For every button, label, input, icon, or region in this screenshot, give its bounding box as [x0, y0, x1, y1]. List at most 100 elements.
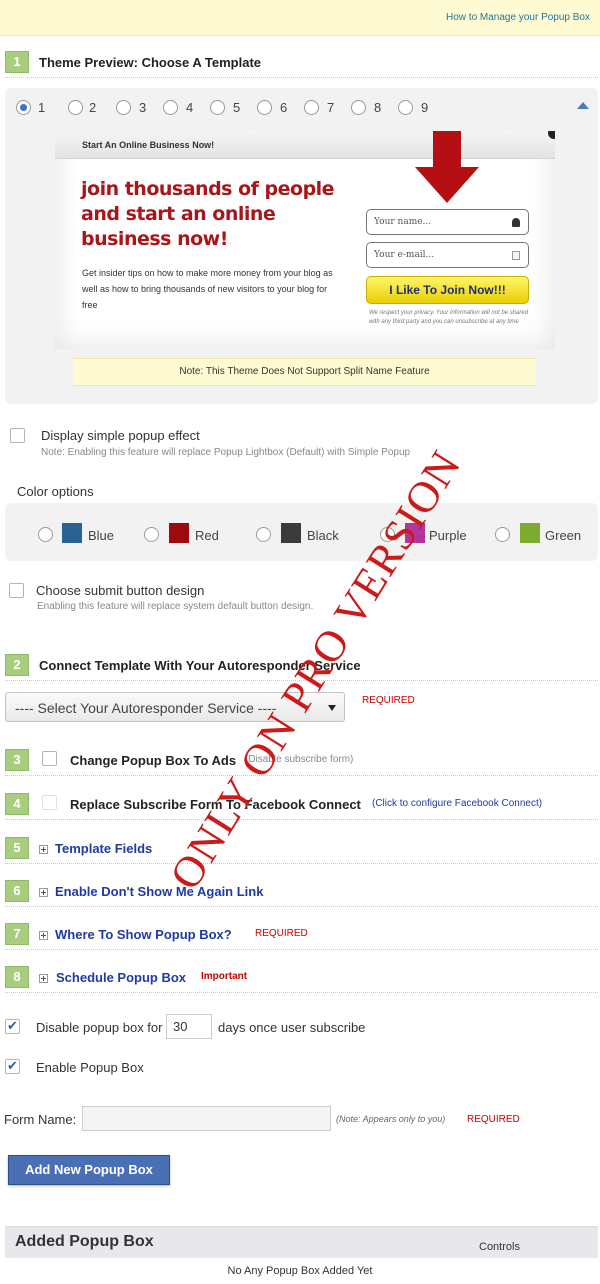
color-radio-purple[interactable]	[380, 527, 395, 542]
schedule-link[interactable]: Schedule Popup Box	[56, 970, 186, 985]
collapse-up-icon[interactable]	[577, 102, 589, 109]
color-swatch-black	[281, 523, 301, 543]
template-label: 8	[374, 100, 382, 115]
preview-body: Get insider tips on how to make more mon…	[82, 268, 333, 310]
disable-days-input[interactable]: 30	[166, 1014, 212, 1039]
template-radio-4[interactable]	[163, 100, 178, 115]
color-options-panel: Blue Red Black Purple Green	[5, 503, 598, 561]
preview-join-button: I Like To Join Now!!!	[366, 276, 529, 304]
step-number: 1	[5, 51, 29, 73]
step-6-header[interactable]: 6 Enable Don't Show Me Again Link	[5, 877, 598, 907]
theme-note: Note: This Theme Does Not Support Split …	[73, 358, 536, 386]
form-name-label: Form Name:	[4, 1112, 77, 1127]
added-popup-table-header: Added Popup Box Controls	[5, 1226, 598, 1258]
template-radio-7[interactable]	[304, 100, 319, 115]
step-title: Connect Template With Your Autoresponder…	[39, 658, 361, 673]
form-name-input[interactable]	[82, 1106, 331, 1131]
simple-popup-note: Note: Enabling this feature will replace…	[41, 447, 411, 458]
step-title: Replace Subscribe Form To Facebook Conne…	[70, 797, 361, 812]
color-radio-red[interactable]	[144, 527, 159, 542]
autoresponder-select-value: ---- Select Your Autoresponder Service -…	[15, 700, 277, 716]
preview-topbar-text: Start An Online Business Now!	[82, 140, 215, 150]
facebook-config-link[interactable]: (Click to configure Facebook Connect)	[372, 798, 542, 809]
submit-design-checkbox[interactable]	[9, 583, 24, 598]
color-swatch-green	[520, 523, 540, 543]
simple-popup-checkbox[interactable]	[10, 428, 25, 443]
template-radio-9[interactable]	[398, 100, 413, 115]
step-5-header[interactable]: 5 Template Fields	[5, 834, 598, 864]
template-radio-3[interactable]	[116, 100, 131, 115]
step-number: 6	[5, 880, 29, 902]
step-8-header[interactable]: 8 Schedule Popup Box Important	[5, 963, 598, 993]
down-arrow-icon	[415, 131, 479, 206]
template-radio-1[interactable]	[16, 100, 31, 115]
color-radio-black[interactable]	[256, 527, 271, 542]
preview-privacy-text: We respect your privacy. Your informatio…	[369, 310, 529, 325]
required-label: REQUIRED	[255, 928, 308, 939]
template-radio-8[interactable]	[351, 100, 366, 115]
preview-headline: join thousands of people and start an on…	[81, 178, 335, 250]
preview-email-field: Your e-mail...	[366, 242, 529, 268]
expand-icon[interactable]	[39, 845, 48, 854]
template-label: 9	[421, 100, 429, 115]
step-4-header: 4 Replace Subscribe Form To Facebook Con…	[5, 790, 598, 820]
ads-checkbox[interactable]	[42, 751, 57, 766]
person-icon	[512, 218, 520, 227]
help-link[interactable]: How to Manage your Popup Box	[446, 12, 590, 23]
color-label: Black	[307, 528, 339, 543]
color-radio-blue[interactable]	[38, 527, 53, 542]
step-title: Theme Preview: Choose A Template	[39, 55, 262, 70]
template-preview: Start An Online Business Now! join thous…	[55, 131, 555, 349]
empty-state-message: No Any Popup Box Added Yet	[227, 1265, 373, 1277]
autoresponder-select[interactable]: ---- Select Your Autoresponder Service -…	[5, 692, 345, 722]
enable-popup-checkbox[interactable]	[5, 1058, 20, 1074]
color-label: Red	[195, 528, 219, 543]
preview-name-placeholder: Your name...	[374, 217, 432, 227]
disable-days-label: Disable popup box for	[36, 1020, 163, 1035]
color-label: Blue	[88, 528, 115, 543]
expand-icon[interactable]	[39, 974, 48, 983]
help-bar: How to Manage your Popup Box	[0, 0, 600, 36]
step-number: 8	[5, 966, 29, 988]
preview-topbar: Start An Online Business Now!	[55, 131, 555, 159]
step-7-header[interactable]: 7 Where To Show Popup Box? REQUIRED	[5, 920, 598, 950]
form-name-note: (Note: Appears only to you)	[336, 1114, 446, 1124]
step-number: 7	[5, 923, 29, 945]
template-radio-6[interactable]	[257, 100, 272, 115]
step-2-header: 2 Connect Template With Your Autorespond…	[5, 651, 598, 681]
expand-icon[interactable]	[39, 931, 48, 940]
template-label: 5	[233, 100, 241, 115]
preview-name-field: Your name...	[366, 209, 529, 235]
color-swatch-purple	[405, 523, 425, 543]
added-popup-title: Added Popup Box	[15, 1233, 154, 1250]
mail-icon	[512, 251, 520, 260]
preview-email-placeholder: Your e-mail...	[374, 250, 435, 260]
facebook-connect-checkbox[interactable]	[42, 795, 57, 810]
color-swatch-red	[169, 523, 189, 543]
template-fields-link[interactable]: Template Fields	[55, 841, 152, 856]
color-options-title: Color options	[17, 484, 94, 499]
template-label: 7	[327, 100, 335, 115]
disable-days-checkbox[interactable]	[5, 1018, 20, 1034]
submit-design-note: Enabling this feature will replace syste…	[37, 601, 314, 612]
required-label: REQUIRED	[467, 1114, 520, 1125]
add-popup-button[interactable]: Add New Popup Box	[8, 1155, 170, 1185]
template-radio-2[interactable]	[68, 100, 83, 115]
color-swatch-blue	[62, 523, 82, 543]
where-to-show-link[interactable]: Where To Show Popup Box?	[55, 927, 232, 942]
color-label: Green	[545, 528, 582, 543]
template-label: 2	[89, 100, 97, 115]
color-label: Purple	[429, 528, 467, 543]
controls-column-header: Controls	[479, 1241, 520, 1253]
step-number: 2	[5, 654, 29, 676]
template-radio-5[interactable]	[210, 100, 225, 115]
submit-design-label: Choose submit button design	[36, 583, 205, 598]
simple-popup-label: Display simple popup effect	[41, 428, 200, 443]
color-radio-green[interactable]	[495, 527, 510, 542]
template-label: 3	[139, 100, 147, 115]
step-number: 4	[5, 793, 29, 815]
ads-note: (Disable subscribe form)	[245, 754, 354, 765]
dont-show-again-link[interactable]: Enable Don't Show Me Again Link	[55, 884, 263, 899]
template-label: 6	[280, 100, 288, 115]
expand-icon[interactable]	[39, 888, 48, 897]
